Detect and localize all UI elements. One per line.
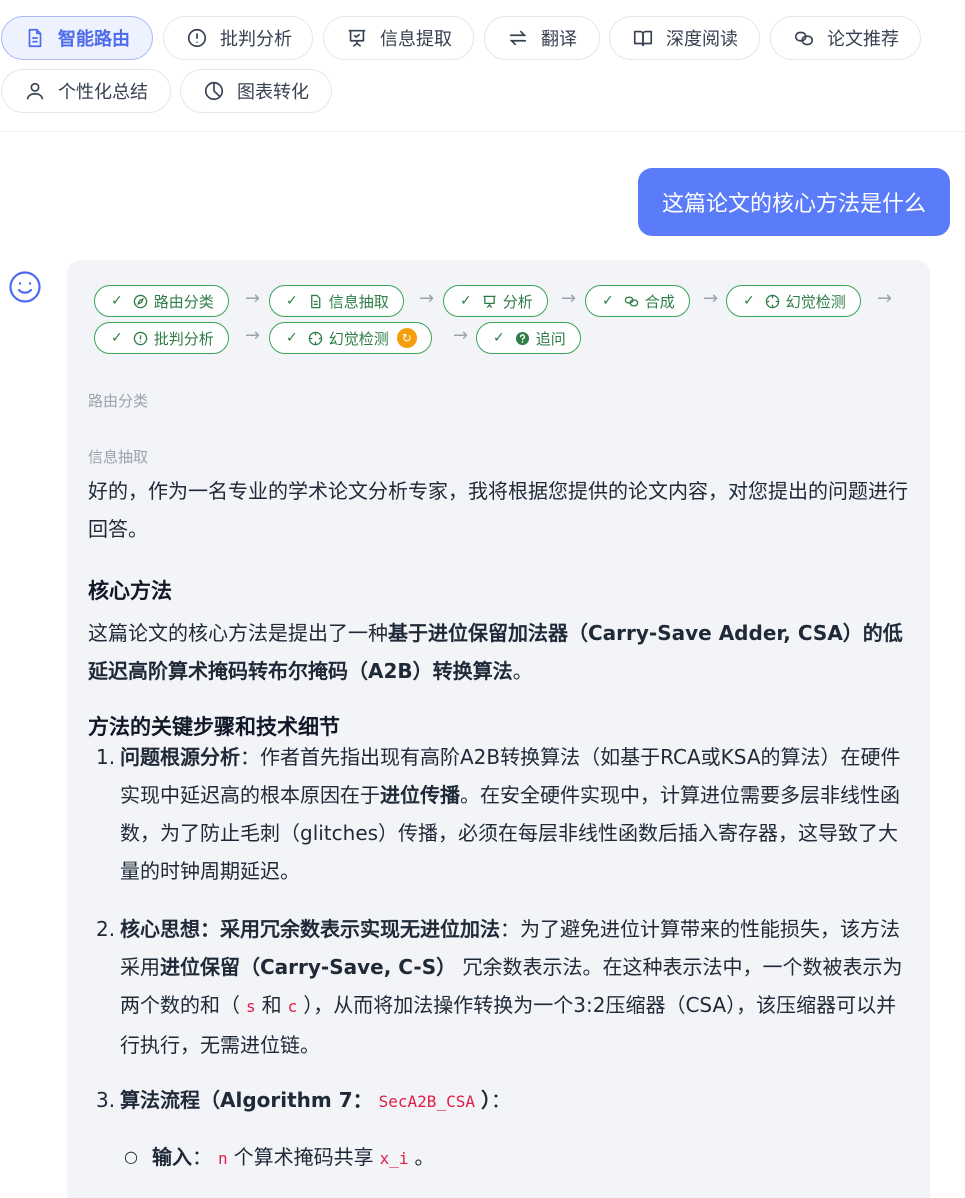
tool-label: 图表转化 [237,82,309,103]
inline-code: SecA2B_CSA [378,1092,475,1111]
refresh-icon: ↻ [396,328,417,348]
pipeline-arrow: → [453,325,469,346]
pipeline-arrow: → [419,288,435,309]
core-method-paragraph: 这篇论文的核心方法是提出了一种基于进位保留加法器（Carry-Save Adde… [88,621,903,683]
pipeline-step-label: 幻觉检测 [785,292,846,311]
pipeline-step-label: 分析 [502,292,533,311]
pipeline-step-label: 路由分类 [153,292,214,311]
pipeline-arrow: → [245,288,261,309]
pipeline-step-hallucination-check-running[interactable]: ✓ 幻觉检测 ↻ [269,322,432,354]
document-icon [310,294,321,308]
list-number: 2. [96,917,116,941]
tool-label: 翻译 [541,29,577,50]
step-label-extraction: 信息抽取 [88,448,149,466]
pipeline-step-label: 幻觉检测 [328,329,389,348]
pipeline-step-followup[interactable]: ✓ 追问 [476,322,581,354]
pipeline-step-label: 追问 [535,329,566,348]
inline-code: s [246,997,256,1016]
mode-toolbar: 智能路由 批判分析 信息提取 翻译 深度阅读 论文推荐 个性化总结 图表转化 [0,0,965,132]
list-item-algorithm-flow: 算法流程（Algorithm 7： SecA2B_CSA）： [120,1088,511,1112]
document-icon [28,28,42,48]
pipeline-step-hallucination-check[interactable]: ✓ 幻觉检测 [726,285,861,317]
tool-label: 深度阅读 [666,29,738,50]
sub-bullet-marker: ○ [124,1147,138,1166]
tool-chart-convert[interactable]: 图表转化 [180,69,332,113]
tool-label: 个性化总结 [58,82,148,103]
check-icon: ✓ [111,330,123,346]
tool-translate[interactable]: 翻译 [484,16,600,60]
crosshair-icon [765,294,779,308]
heading-core-method: 核心方法 [88,579,172,603]
link-icon [624,296,638,306]
tool-label: 批判分析 [220,29,292,50]
link-icon [794,31,814,46]
inline-code: n [218,1149,228,1168]
check-icon: ✓ [743,293,755,309]
pipeline-step-extraction[interactable]: ✓ 信息抽取 [269,285,404,317]
check-icon: ✓ [286,293,298,309]
inline-code: c [287,997,298,1016]
pipeline-step-critical-analysis[interactable]: ✓ 批判分析 [94,322,229,354]
check-icon: ✓ [111,293,123,309]
sub-list-item-input: 输入： n 个算术掩码共享 x_i。 [152,1145,435,1169]
list-number: 1. [96,745,116,769]
list-item-root-cause: 问题根源分析：作者首先指出现有高阶A2B转换算法（如基于RCA或KSA的算法）在… [120,745,901,883]
inline-code: x_i [379,1149,409,1168]
pie-chart-icon [204,81,224,101]
compass-icon [133,294,147,308]
list-number: 3. [96,1088,116,1112]
pipeline-step-label: 批判分析 [153,329,214,348]
tool-label: 信息提取 [380,29,452,50]
alert-circle-icon [187,28,207,48]
user-icon [26,82,44,100]
tool-info-extraction[interactable]: 信息提取 [323,16,474,60]
pipeline-arrow: → [245,325,261,346]
tool-smart-routing[interactable]: 智能路由 [1,16,153,60]
pipeline-arrow: → [877,288,893,309]
heading-key-steps: 方法的关键步骤和技术细节 [88,715,340,739]
step-label-routing: 路由分类 [88,392,149,410]
pipeline-step-analysis[interactable]: ✓ 分析 [443,285,548,317]
presentation-icon [348,29,366,47]
tool-label: 论文推荐 [827,29,899,50]
answer-intro: 好的，作为一名专业的学术论文分析专家，我将根据您提供的论文内容，对您提出的问题进… [88,479,908,541]
check-icon: ✓ [493,330,505,346]
pipeline-step-synthesis[interactable]: ✓ 合成 [585,285,690,317]
tool-deep-reading[interactable]: 深度阅读 [609,16,760,60]
question-icon [515,331,529,345]
tool-personal-summary[interactable]: 个性化总结 [1,69,171,113]
user-message-bubble: 这篇论文的核心方法是什么 [638,168,950,236]
list-item-core-idea: 核心思想：采用冗余数表示实现无进位加法：为了避免进位计算带来的性能损失，该方法采… [120,917,903,1057]
check-icon: ✓ [286,330,298,346]
check-icon: ✓ [460,293,472,309]
pipeline-step-label: 信息抽取 [328,292,389,311]
pipeline-step-label: 合成 [644,292,675,311]
alert-circle-icon [133,331,147,345]
check-icon: ✓ [602,293,614,309]
smiley-icon [9,271,41,303]
tool-critical-analysis[interactable]: 批判分析 [163,16,313,60]
presentation-icon [483,295,496,308]
open-book-icon [633,30,653,47]
translate-arrows-icon [509,30,527,46]
pipeline-step-routing[interactable]: ✓ 路由分类 [94,285,229,317]
tool-paper-recommend[interactable]: 论文推荐 [770,16,921,60]
user-message-text: 这篇论文的核心方法是什么 [661,192,926,217]
pipeline-arrow: → [561,288,577,309]
tool-label: 智能路由 [58,29,130,50]
pipeline-arrow: → [703,288,719,309]
crosshair-icon [308,331,322,345]
